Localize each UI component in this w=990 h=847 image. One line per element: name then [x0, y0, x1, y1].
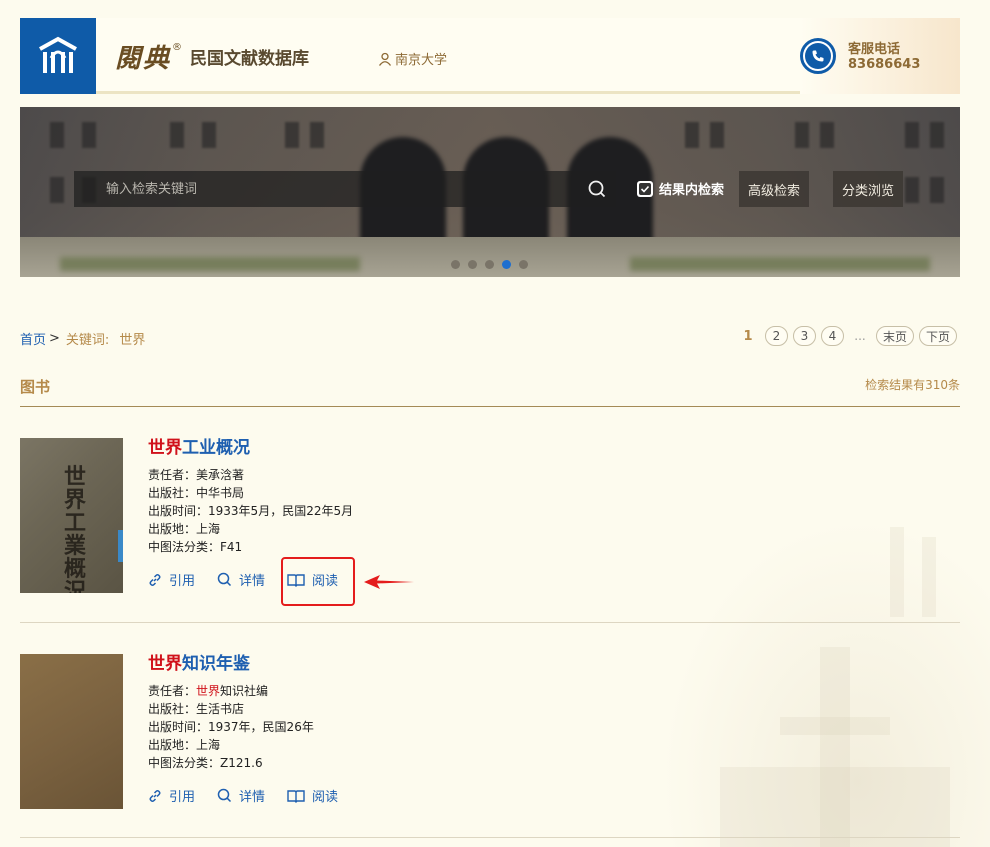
meta-classification: 中图法分类：F41	[148, 540, 243, 554]
cite-label: 引用	[169, 574, 196, 589]
search-input[interactable]	[74, 171, 564, 207]
read-button[interactable]: 阅读	[287, 786, 338, 805]
registered-mark: ®	[172, 42, 183, 53]
carousel-dot[interactable]	[468, 260, 477, 269]
page-2[interactable]: 2	[765, 326, 788, 346]
cover-title: 世界工業概況	[63, 464, 86, 594]
institution-name: 南京大学	[395, 53, 448, 68]
meta-place: 出版地：上海	[148, 738, 221, 752]
site-header: 閱典 ® 民国文献数据库 南京大学 客服电话 83686643	[20, 18, 960, 94]
result-count: 检索结果有310条	[865, 378, 960, 392]
read-highlight-box	[281, 557, 355, 606]
carousel-dot[interactable]	[485, 260, 494, 269]
search-detail-icon	[217, 788, 232, 803]
book-title[interactable]: 世界工业概况	[148, 438, 360, 458]
building-logo-icon	[39, 36, 77, 73]
user-icon	[378, 52, 392, 66]
breadcrumb-keyword-label: 关键词:	[65, 333, 110, 348]
section-title: 图书	[20, 378, 51, 396]
book-cover[interactable]	[20, 654, 123, 809]
detail-label: 详情	[239, 574, 266, 589]
pagination: 1 2 3 4 ... 末页 下页	[736, 326, 957, 346]
brand-name: 民国文献数据库	[190, 48, 310, 69]
cite-label: 引用	[169, 790, 196, 805]
within-results-checkbox[interactable]	[637, 180, 653, 197]
carousel-dot[interactable]	[519, 260, 528, 269]
breadcrumb-home[interactable]: 首页	[20, 329, 46, 348]
check-icon	[640, 185, 650, 193]
link-icon	[149, 789, 161, 802]
title-highlight: 世界	[148, 654, 182, 674]
meta-date: 出版时间：1933年5月，民国22年5月	[148, 504, 354, 518]
logo[interactable]	[20, 18, 96, 94]
book-open-icon	[287, 789, 305, 803]
page-3[interactable]: 3	[793, 326, 816, 346]
carousel-dot-active[interactable]	[502, 260, 511, 269]
breadcrumb-separator: >	[49, 331, 60, 346]
institution[interactable]: 南京大学	[378, 49, 447, 68]
carousel-dot[interactable]	[451, 260, 460, 269]
read-label: 阅读	[312, 790, 339, 805]
link-icon	[149, 573, 161, 586]
phone-label: 客服电话	[848, 42, 901, 57]
search-within-results[interactable]: 结果内检索	[637, 179, 724, 198]
search-banner: 结果内检索 高级检索 分类浏览	[20, 107, 960, 277]
brand[interactable]: 閱典 ® 民国文献数据库	[115, 38, 309, 74]
item-divider	[20, 837, 960, 838]
title-highlight: 世界	[148, 438, 182, 458]
page-current: 1	[743, 328, 753, 344]
customer-service: 客服电话 83686643	[800, 18, 960, 94]
page-4[interactable]: 4	[821, 326, 844, 346]
item-divider	[20, 622, 960, 623]
phone-icon	[800, 38, 836, 74]
search-bar	[74, 171, 616, 207]
within-results-label: 结果内检索	[659, 183, 725, 198]
title-rest: 工业概况	[182, 438, 250, 458]
background-decoration	[660, 517, 990, 847]
advanced-search-button[interactable]: 高级检索	[739, 171, 810, 207]
category-browse-button[interactable]: 分类浏览	[833, 171, 904, 207]
section-divider	[20, 406, 960, 407]
meta-publisher: 出版社：中华书局	[148, 486, 245, 500]
search-detail-icon	[217, 572, 232, 587]
book-cover[interactable]: 世界工業概況	[20, 438, 123, 593]
meta-place: 出版地：上海	[148, 522, 221, 536]
search-icon[interactable]	[586, 178, 608, 200]
cite-button[interactable]: 引用	[148, 786, 195, 805]
meta-classification: 中图法分类：Z121.6	[148, 756, 263, 770]
breadcrumb-keyword: 世界	[119, 333, 146, 348]
meta-author: 责任者：美承浛著	[148, 468, 245, 482]
book-title[interactable]: 世界知识年鉴	[148, 654, 360, 674]
meta-date: 出版时间：1937年，民国26年	[148, 720, 314, 734]
page-ellipsis: ...	[854, 329, 866, 343]
cite-button[interactable]: 引用	[148, 570, 195, 589]
detail-button[interactable]: 详情	[217, 570, 265, 589]
meta-author: 责任者：世界知识社编	[148, 684, 269, 698]
detail-button[interactable]: 详情	[217, 786, 265, 805]
annotation-arrow-icon	[364, 575, 414, 589]
next-page-button[interactable]: 下页	[919, 326, 957, 346]
last-page-button[interactable]: 末页	[876, 326, 914, 346]
detail-label: 详情	[239, 790, 266, 805]
title-rest: 知识年鉴	[182, 654, 250, 674]
breadcrumb: 首页 > 关键词: 世界	[20, 329, 145, 348]
carousel-indicators	[451, 260, 528, 269]
brand-script: 閱典	[115, 43, 172, 74]
phone-number: 83686643	[848, 57, 921, 72]
meta-publisher: 出版社：生活书店	[148, 702, 245, 716]
